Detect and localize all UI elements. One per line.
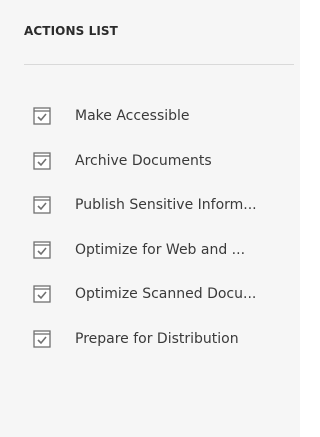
action-checklist-icon bbox=[33, 330, 51, 348]
header-divider bbox=[24, 64, 294, 65]
action-checklist-icon bbox=[33, 151, 51, 170]
action-item-archive-documents[interactable]: Archive Documents bbox=[0, 145, 300, 190]
actions-list: Make Accessible Archive Documents Publis… bbox=[0, 100, 300, 368]
action-item-publish-sensitive-information[interactable]: Publish Sensitive Inform... bbox=[0, 189, 300, 234]
action-item-make-accessible[interactable]: Make Accessible bbox=[0, 100, 300, 145]
action-label: Optimize Scanned Docu... bbox=[75, 286, 257, 303]
actions-panel: ACTIONS LIST Make Accessible Archive Doc… bbox=[0, 0, 300, 437]
action-label: Optimize for Web and ... bbox=[75, 241, 246, 258]
action-checklist-icon bbox=[33, 196, 51, 214]
action-item-optimize-scanned-documents[interactable]: Optimize Scanned Docu... bbox=[0, 278, 300, 323]
action-item-prepare-for-distribution[interactable]: Prepare for Distribution bbox=[0, 323, 300, 368]
action-item-optimize-for-web[interactable]: Optimize for Web and ... bbox=[0, 234, 300, 279]
action-label: Prepare for Distribution bbox=[75, 330, 239, 347]
action-checklist-icon bbox=[33, 241, 51, 259]
action-label: Archive Documents bbox=[75, 152, 212, 169]
action-label: Make Accessible bbox=[75, 108, 190, 124]
action-checklist-icon bbox=[33, 107, 51, 125]
action-label: Publish Sensitive Inform... bbox=[75, 197, 257, 214]
action-checklist-icon bbox=[33, 285, 51, 304]
panel-title: ACTIONS LIST bbox=[24, 24, 118, 38]
